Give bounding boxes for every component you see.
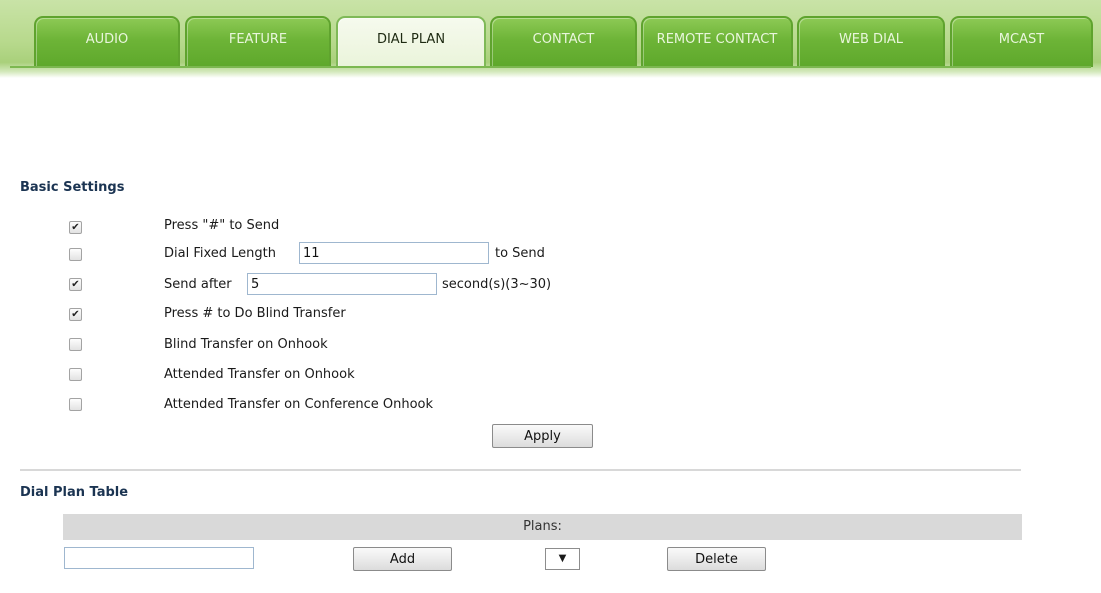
attended-transfer-onhook-label: Attended Transfer on Onhook (164, 367, 355, 382)
tab-web-dial[interactable]: WEB DIAL (797, 16, 945, 67)
attended-transfer-conference-onhook-label: Attended Transfer on Conference Onhook (164, 397, 434, 412)
tab-underline (10, 66, 1091, 68)
tab-mcast[interactable]: MCAST (950, 16, 1093, 67)
dial-fixed-length-suffix: to Send (495, 246, 545, 261)
send-after-checkbox[interactable]: ✔ (69, 278, 82, 291)
blind-transfer-onhook-label: Blind Transfer on Onhook (164, 337, 328, 352)
send-after-label: Send after (164, 277, 232, 292)
attended-transfer-onhook-checkbox[interactable] (69, 368, 82, 381)
plans-header: Plans: (63, 514, 1022, 540)
section-divider (20, 469, 1021, 471)
tab-bar: AUDIO FEATURE DIAL PLAN CONTACT REMOTE C… (0, 0, 1101, 78)
dial-plan-table-title: Dial Plan Table (20, 485, 129, 500)
plans-select[interactable]: ▼ (545, 548, 580, 570)
delete-button[interactable]: Delete (667, 547, 766, 571)
basic-settings-title: Basic Settings (20, 180, 125, 195)
press-hash-send-label: Press "#" to Send (164, 218, 280, 233)
send-after-input[interactable] (247, 273, 437, 295)
apply-button[interactable]: Apply (492, 424, 593, 448)
attended-transfer-conference-onhook-checkbox[interactable] (69, 398, 82, 411)
press-hash-blind-transfer-checkbox[interactable]: ✔ (69, 308, 82, 321)
tab-feature[interactable]: FEATURE (185, 16, 331, 67)
dial-fixed-length-label: Dial Fixed Length (164, 246, 276, 261)
tab-audio[interactable]: AUDIO (34, 16, 180, 67)
blind-transfer-onhook-checkbox[interactable] (69, 338, 82, 351)
send-after-suffix: second(s)(3~30) (442, 277, 552, 292)
new-plan-input[interactable] (64, 547, 254, 569)
tab-contact[interactable]: CONTACT (490, 16, 637, 67)
tab-remote-contact[interactable]: REMOTE CONTACT (641, 16, 793, 67)
press-hash-send-checkbox[interactable]: ✔ (69, 221, 82, 234)
dial-fixed-length-checkbox[interactable] (69, 248, 82, 261)
dial-fixed-length-input[interactable] (299, 242, 489, 264)
chevron-down-icon: ▼ (558, 553, 567, 564)
tab-dial-plan[interactable]: DIAL PLAN (336, 16, 486, 67)
press-hash-blind-transfer-label: Press # to Do Blind Transfer (164, 306, 346, 321)
add-button[interactable]: Add (353, 547, 452, 571)
